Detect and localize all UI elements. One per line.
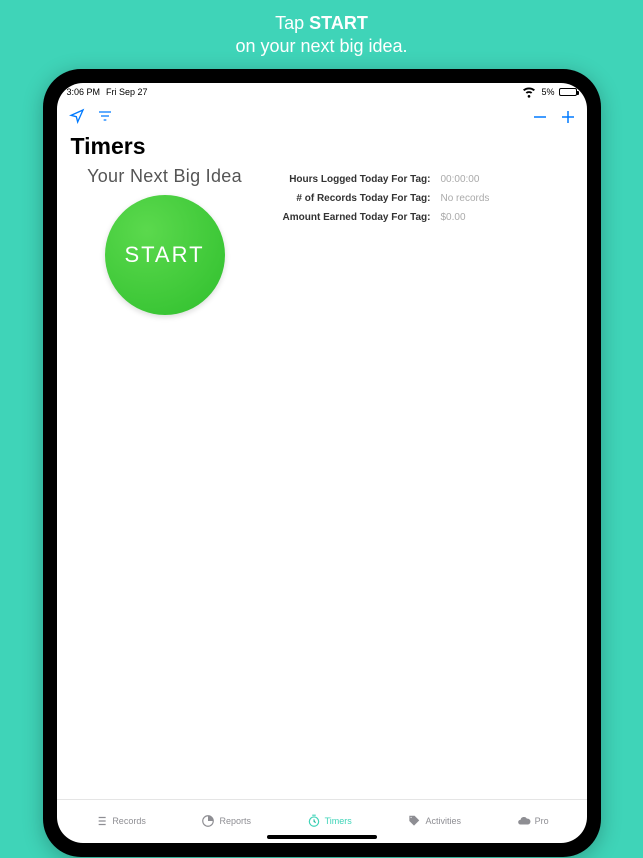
- tab-label: Timers: [325, 816, 352, 826]
- start-button[interactable]: START: [105, 195, 225, 315]
- filter-icon[interactable]: [97, 108, 113, 124]
- status-bar: 3:06 PM Fri Sep 27 5%: [57, 83, 587, 101]
- list-icon: [94, 814, 108, 828]
- plus-icon[interactable]: [559, 108, 575, 124]
- battery-pct: 5%: [541, 87, 554, 97]
- stat-label: Amount Earned Today For Tag:: [271, 212, 431, 223]
- stat-row: Amount Earned Today For Tag: $0.00: [271, 208, 579, 227]
- wifi-icon: [521, 83, 537, 101]
- toolbar: [57, 101, 587, 131]
- tab-activities[interactable]: Activities: [407, 814, 461, 828]
- stat-value: 00:00:00: [441, 174, 480, 185]
- content: Your Next Big Idea START Hours Logged To…: [57, 166, 587, 799]
- tab-timers[interactable]: Timers: [307, 814, 352, 828]
- screen: 3:06 PM Fri Sep 27 5%: [57, 83, 587, 843]
- tab-label: Pro: [535, 816, 549, 826]
- stat-label: # of Records Today For Tag:: [271, 193, 431, 204]
- timer-card: Your Next Big Idea START: [65, 166, 265, 799]
- stat-value: $0.00: [441, 212, 466, 223]
- minus-icon[interactable]: [531, 108, 547, 124]
- pie-icon: [201, 814, 215, 828]
- stats-panel: Hours Logged Today For Tag: 00:00:00 # o…: [271, 166, 579, 799]
- home-indicator[interactable]: [267, 835, 377, 839]
- status-time: 3:06 PM: [67, 87, 101, 97]
- tab-pro[interactable]: Pro: [517, 814, 549, 828]
- stat-value: No records: [441, 193, 490, 204]
- battery-icon: [559, 88, 577, 96]
- timer-icon: [307, 814, 321, 828]
- promo-text: Tap START on your next big idea.: [235, 12, 407, 59]
- tag-icon: [407, 814, 421, 828]
- cloud-icon: [517, 814, 531, 828]
- stat-label: Hours Logged Today For Tag:: [271, 174, 431, 185]
- tab-label: Records: [112, 816, 146, 826]
- location-icon[interactable]: [69, 108, 85, 124]
- tab-label: Reports: [219, 816, 251, 826]
- device-frame: 3:06 PM Fri Sep 27 5%: [43, 69, 601, 857]
- stat-row: # of Records Today For Tag: No records: [271, 189, 579, 208]
- idea-title: Your Next Big Idea: [65, 166, 265, 187]
- tab-label: Activities: [425, 816, 461, 826]
- tab-reports[interactable]: Reports: [201, 814, 251, 828]
- page-title: Timers: [57, 131, 587, 166]
- tab-records[interactable]: Records: [94, 814, 146, 828]
- stat-row: Hours Logged Today For Tag: 00:00:00: [271, 170, 579, 189]
- status-date: Fri Sep 27: [106, 87, 148, 97]
